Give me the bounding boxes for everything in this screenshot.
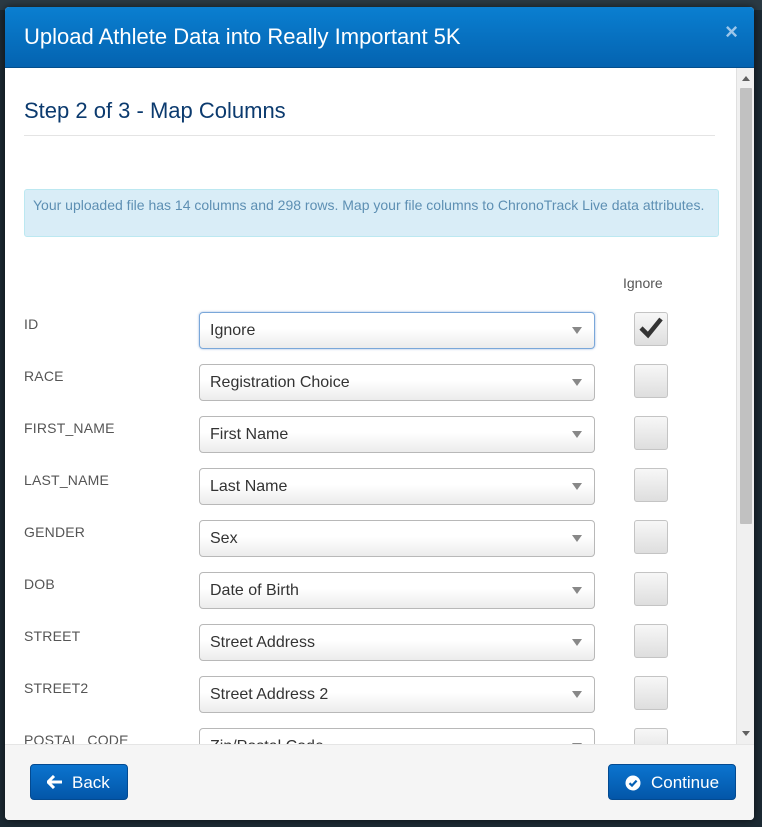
chevron-down-icon: [572, 691, 582, 698]
chevron-down-icon: [572, 535, 582, 542]
column-label: STREET: [24, 628, 81, 644]
column-label: RACE: [24, 368, 64, 384]
column-label: DOB: [24, 576, 55, 592]
attribute-select[interactable]: Registration Choice: [199, 364, 595, 401]
chevron-down-icon: [572, 587, 582, 594]
chevron-down-icon: [572, 379, 582, 386]
mapping-row: GENDER Sex: [5, 520, 736, 560]
column-label: LAST_NAME: [24, 472, 110, 488]
continue-button-label: Continue: [651, 773, 720, 792]
ignore-checkbox[interactable]: [634, 520, 668, 554]
arrow-left-icon: [47, 775, 62, 789]
scroll-up-arrow-icon[interactable]: [742, 76, 750, 81]
mapping-row: RACE Registration Choice: [5, 364, 736, 404]
scrollbar[interactable]: [736, 68, 754, 744]
column-label: FIRST_NAME: [24, 420, 115, 436]
column-label: STREET2: [24, 680, 89, 696]
ignore-checkbox[interactable]: [634, 728, 668, 744]
continue-button[interactable]: Continue: [608, 764, 736, 800]
modal-header: Upload Athlete Data into Really Importan…: [5, 7, 754, 68]
column-label: POSTAL_CODE: [24, 732, 129, 744]
check-circle-icon: [625, 775, 641, 791]
attribute-select[interactable]: First Name: [199, 416, 595, 453]
ignore-checkbox[interactable]: [634, 676, 668, 710]
column-label: ID: [24, 316, 39, 332]
mapping-row: POSTAL_CODE Zip/Postal Code: [5, 728, 736, 744]
select-value: Registration Choice: [210, 374, 350, 391]
ignore-checkbox[interactable]: [634, 468, 668, 502]
mapping-row: STREET2 Street Address 2: [5, 676, 736, 716]
checkmark-icon: [639, 317, 663, 339]
step-title: Step 2 of 3 - Map Columns: [24, 98, 286, 123]
select-value: Date of Birth: [210, 582, 299, 599]
select-value: Ignore: [210, 322, 256, 339]
select-value: First Name: [210, 426, 289, 443]
mapping-row: STREET Street Address: [5, 624, 736, 664]
attribute-select[interactable]: Zip/Postal Code: [199, 728, 595, 744]
back-button[interactable]: Back: [30, 764, 128, 800]
attribute-select[interactable]: Street Address: [199, 624, 595, 661]
select-value: Sex: [210, 530, 238, 547]
ignore-column-header: Ignore: [623, 275, 663, 291]
ignore-checkbox[interactable]: [634, 624, 668, 658]
attribute-select[interactable]: Ignore: [199, 312, 595, 349]
select-value: Street Address 2: [210, 686, 329, 703]
ignore-checkbox[interactable]: [634, 572, 668, 606]
chevron-down-icon: [572, 431, 582, 438]
modal-title: Upload Athlete Data into Really Importan…: [24, 24, 461, 49]
scrollbar-thumb[interactable]: [740, 88, 752, 524]
info-alert: Your uploaded file has 14 columns and 29…: [24, 189, 719, 237]
attribute-select[interactable]: Date of Birth: [199, 572, 595, 609]
select-value: Street Address: [210, 634, 315, 651]
mapping-row: ID Ignore: [5, 312, 736, 352]
column-label: GENDER: [24, 524, 86, 540]
ignore-checkbox[interactable]: [634, 416, 668, 450]
divider: [24, 135, 715, 136]
chevron-down-icon: [572, 483, 582, 490]
mapping-row: LAST_NAME Last Name: [5, 468, 736, 508]
chevron-down-icon: [572, 639, 582, 646]
scroll-down-arrow-icon[interactable]: [742, 731, 750, 736]
upload-modal: Upload Athlete Data into Really Importan…: [5, 7, 754, 820]
back-button-label: Back: [72, 773, 110, 792]
attribute-select[interactable]: Sex: [199, 520, 595, 557]
select-value: Last Name: [210, 478, 288, 495]
close-icon[interactable]: ×: [725, 21, 738, 43]
attribute-select[interactable]: Street Address 2: [199, 676, 595, 713]
ignore-checkbox[interactable]: [634, 312, 668, 346]
ignore-checkbox[interactable]: [634, 364, 668, 398]
modal-footer: Back Continue: [5, 744, 754, 820]
mapping-row: DOB Date of Birth: [5, 572, 736, 612]
mapping-row: FIRST_NAME First Name: [5, 416, 736, 456]
modal-body[interactable]: Step 2 of 3 - Map Columns Your uploaded …: [5, 68, 736, 744]
chevron-down-icon: [572, 327, 582, 334]
attribute-select[interactable]: Last Name: [199, 468, 595, 505]
